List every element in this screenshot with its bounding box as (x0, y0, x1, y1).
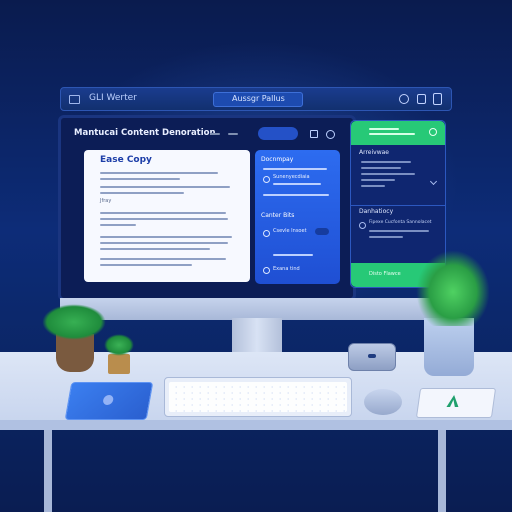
side-panel-heading-1: Docnmpay (261, 156, 294, 163)
notebook-logo-icon (446, 395, 460, 407)
info-icon (359, 222, 366, 229)
chevron-down-icon[interactable] (429, 177, 438, 186)
side-panel-item-2[interactable]: Csevle Insoet (261, 228, 335, 244)
toggle-switch[interactable] (315, 228, 329, 235)
side-panel-item-1-label: Sunenyecdiaia (273, 174, 310, 180)
document-title: Ease Copy (100, 155, 152, 165)
circle-icon (263, 267, 270, 274)
right-panel-card-2-title: Danhatiocy (359, 208, 394, 215)
plant-leaves-small (104, 334, 134, 356)
editor-title: Mantucai Content Denoration (74, 128, 216, 138)
editor-header: Mantucai Content Denoration (70, 125, 340, 145)
window-icon[interactable] (69, 95, 80, 104)
desk-front-edge (0, 420, 512, 430)
search-field[interactable]: Aussgr Pallus (213, 92, 303, 107)
plant-pot-right (424, 318, 474, 376)
refresh-icon[interactable] (399, 94, 409, 104)
smart-speaker (348, 343, 396, 371)
document-page[interactable]: Ease Copy Jfray (84, 150, 250, 282)
right-panel-green-card[interactable] (351, 121, 445, 145)
menu-text[interactable]: GLI Werter (89, 93, 137, 103)
speaker-light-icon (368, 354, 376, 358)
plant-leaves-left (42, 304, 106, 340)
right-panel-footer-label: Disto Flawce (369, 271, 401, 277)
lock-icon[interactable] (417, 94, 426, 104)
tablet[interactable] (64, 382, 154, 420)
side-panel-heading-2: Canter Bits (261, 212, 295, 219)
share-icon[interactable] (310, 130, 318, 138)
publish-button[interactable] (258, 127, 298, 140)
monitor-chin (60, 298, 450, 320)
right-panel-card-1-title: Arreivwae (359, 149, 389, 156)
document-subtitle: Jfray (100, 198, 112, 204)
notebook (415, 388, 497, 418)
mouse[interactable] (364, 389, 402, 415)
keyboard[interactable] (164, 377, 352, 417)
desk-leg-right (438, 430, 446, 512)
side-panel: Docnmpay Sunenyecdiaia Canter Bits Csevl… (255, 150, 340, 284)
check-icon (263, 176, 270, 183)
side-panel-item-3-label: Exana tind (273, 266, 300, 272)
logo-icon (102, 395, 115, 405)
key-rows (169, 382, 347, 412)
side-panel-item-3[interactable]: Exana tind (261, 266, 335, 276)
search-field-text: Aussgr Pallus (232, 94, 285, 103)
app-top-bar: GLI Werter Aussgr Pallus (60, 87, 452, 111)
side-panel-item-2-label: Csevle Insoet (273, 228, 307, 234)
circle-icon (263, 230, 270, 237)
check-icon (429, 128, 437, 136)
plant-leaves-right (416, 250, 490, 326)
window-button-icon[interactable] (433, 93, 442, 105)
settings-icon[interactable] (326, 130, 335, 139)
right-panel-card-2-item: Fipexe Cucfonta Sannolacet (369, 220, 432, 225)
plant-pot-small (108, 354, 130, 374)
desk-leg-left (44, 430, 52, 512)
side-panel-item-1[interactable]: Sunenyecdiaia (261, 174, 335, 190)
